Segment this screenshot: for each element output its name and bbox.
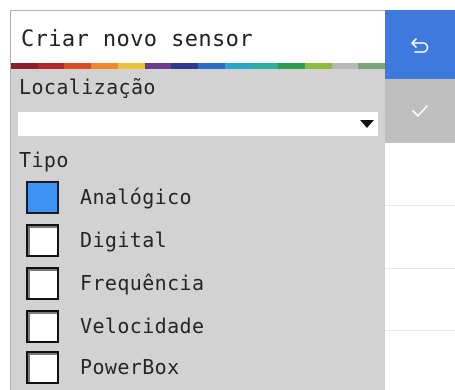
rainbow-accent-bar (11, 63, 386, 69)
list-divider (385, 330, 455, 331)
location-select[interactable] (18, 112, 378, 136)
rainbow-segment (64, 63, 92, 69)
rainbow-segment (198, 63, 225, 69)
type-option-powerbox[interactable]: PowerBox (26, 351, 366, 387)
rainbow-segment (91, 63, 118, 69)
list-divider (385, 268, 455, 269)
type-label: Tipo (19, 148, 69, 172)
option-checkbox[interactable] (26, 224, 59, 257)
type-option-digital[interactable]: Digital (26, 224, 366, 260)
dialog-title: Criar novo sensor (21, 27, 253, 52)
checkmark-icon (411, 104, 429, 118)
dropdown-arrow-icon (360, 120, 374, 128)
rainbow-segment (11, 63, 38, 69)
rainbow-segment (278, 63, 305, 69)
option-checkbox[interactable] (26, 181, 59, 214)
type-option-velocidade[interactable]: Velocidade (26, 310, 366, 346)
rainbow-segment (304, 63, 332, 69)
undo-arrow-icon (410, 37, 430, 53)
option-checkbox[interactable] (26, 267, 59, 300)
option-label: Digital (80, 228, 168, 252)
rainbow-segment (144, 63, 172, 69)
rainbow-segment (331, 63, 359, 69)
rainbow-segment (358, 63, 386, 69)
confirm-button[interactable] (385, 79, 455, 143)
rainbow-segment (171, 63, 199, 69)
create-sensor-dialog: Criar novo sensor Localização Tipo Analó… (10, 10, 386, 390)
option-checkbox[interactable] (26, 351, 59, 384)
option-label: Frequência (80, 271, 205, 295)
option-label: PowerBox (80, 355, 180, 379)
rainbow-segment (117, 63, 145, 69)
rainbow-segment (251, 63, 279, 69)
type-option-frequencia[interactable]: Frequência (26, 267, 366, 303)
location-label: Localização (19, 75, 156, 99)
rainbow-segment (37, 63, 65, 69)
rainbow-segment (224, 63, 252, 69)
undo-button[interactable] (385, 10, 455, 79)
option-checkbox[interactable] (26, 310, 59, 343)
dialog-header: Criar novo sensor (11, 11, 385, 63)
type-option-analogico[interactable]: Analógico (26, 181, 366, 217)
option-label: Velocidade (80, 314, 205, 338)
list-divider (385, 205, 455, 206)
option-label: Analógico (80, 185, 192, 209)
